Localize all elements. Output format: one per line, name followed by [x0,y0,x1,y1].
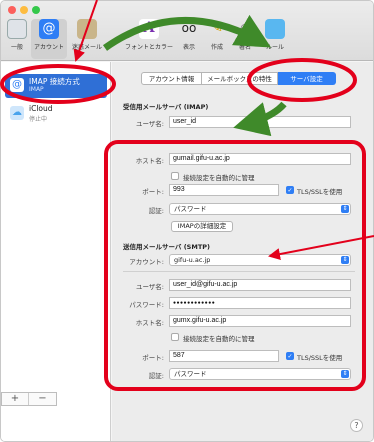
at-icon: @ [10,78,24,92]
outgoing-password-label: パスワード: [129,301,164,309]
account-item-icloud[interactable]: ☁ iCloud 停止中 [5,102,107,126]
rules-icon [265,19,285,39]
chevron-updown-icon: ⇕ [341,256,349,264]
font-icon: A [139,19,159,39]
glasses-icon: oo [181,21,197,35]
toolbar: 一般 @ アカウント 迷惑メール A フォントとカラー oo 表示 ✎ 作成 ✍… [1,1,373,61]
accounts-sidebar: @ IMAP 接続方式 IMAP ☁ iCloud 停止中 + − [1,62,111,441]
incoming-tls-label: TLS/SSLを使用 [297,188,343,196]
incoming-host-label: ホスト名: [135,157,164,165]
outgoing-username-field[interactable]: user_id@gifu-u.ac.jp [169,279,351,291]
account-type: IMAP [29,86,44,93]
account-item-imap[interactable]: @ IMAP 接続方式 IMAP [5,74,107,98]
account-list-buttons: + − [1,392,57,406]
outgoing-server-title: 送信用メールサーバ (SMTP) [123,243,210,251]
outgoing-tls-checkbox[interactable]: ✓ [286,352,294,360]
account-status: 停止中 [29,116,48,123]
incoming-auto-manage-label: 接続設定を自動的に管理 [183,174,255,182]
toolbar-label: アカウント [33,44,64,51]
zoom-window-button[interactable] [32,6,40,14]
toolbar-tab-accounts[interactable]: @ アカウント [31,19,67,59]
chevron-updown-icon: ⇕ [341,370,349,378]
outgoing-auto-manage-label: 接続設定を自動的に管理 [183,335,255,343]
incoming-auto-manage-checkbox[interactable] [171,172,179,180]
incoming-port-field[interactable]: 993 [169,184,279,196]
remove-account-button[interactable]: − [29,393,56,405]
switch-icon [7,19,27,39]
incoming-auth-label: 認証: [148,207,164,215]
outgoing-account-label: アカウント: [129,258,164,266]
tab-account-info[interactable]: アカウント情報 [141,72,202,85]
toolbar-tab-junk[interactable]: 迷惑メール [69,19,105,59]
outgoing-tls-label: TLS/SSLを使用 [297,354,343,362]
toolbar-tab-general[interactable]: 一般 [1,19,35,59]
mail-preferences-window: 一般 @ アカウント 迷惑メール A フォントとカラー oo 表示 ✎ 作成 ✍… [0,0,374,442]
incoming-host-field[interactable]: gumail.gifu-u.ac.jp [169,153,351,165]
help-button[interactable]: ? [350,419,363,432]
outgoing-account-select[interactable]: gifu-u.ac.jp ⇕ [169,254,351,266]
chevron-updown-icon: ⇕ [341,205,349,213]
toolbar-label: ルール [265,44,284,51]
outgoing-password-field[interactable]: ●●●●●●●●●●●● [169,297,351,309]
outgoing-account-value: gifu-u.ac.jp [174,256,211,264]
toolbar-label: フォントとカラー [124,44,173,51]
incoming-tls-checkbox[interactable]: ✓ [286,186,294,194]
imap-advanced-button[interactable]: IMAPの詳細設定 [171,221,233,232]
outgoing-auth-select[interactable]: パスワード ⇕ [169,368,351,380]
toolbar-label: 一般 [10,44,23,51]
incoming-username-label: ユーザ名: [135,120,164,128]
incoming-auth-select[interactable]: パスワード ⇕ [169,203,351,215]
trash-icon [77,19,97,39]
minimize-window-button[interactable] [20,6,28,14]
account-name: iCloud [29,104,53,113]
close-window-button[interactable] [8,6,16,14]
tab-mailbox-behaviors[interactable]: メールボックスの特性 [202,72,278,85]
outgoing-auth-value: パスワード [174,370,207,378]
outgoing-host-field[interactable]: gumx.gifu-u.ac.jp [169,315,351,327]
outgoing-auth-label: 認証: [148,372,164,380]
incoming-auth-value: パスワード [174,205,207,213]
cloud-icon: ☁ [10,106,24,120]
toolbar-tab-rules[interactable]: ルール [257,19,293,59]
incoming-username-field[interactable]: user_id [169,116,351,128]
outgoing-auto-manage-checkbox[interactable] [171,333,179,341]
divider [123,271,355,272]
toolbar-label: 迷惑メール [71,44,102,51]
add-account-button[interactable]: + [2,393,29,405]
pencil-icon: ✎ [211,20,223,36]
outgoing-host-label: ホスト名: [135,319,164,327]
outgoing-port-label: ポート: [142,354,164,362]
signature-icon: ✍ [239,21,251,36]
incoming-server-title: 受信用メールサーバ (IMAP) [123,103,209,111]
outgoing-port-field[interactable]: 587 [169,350,279,362]
outgoing-username-label: ユーザ名: [135,283,164,291]
server-settings-panel: アカウント情報 メールボックスの特性 サーバ設定 受信用メールサーバ (IMAP… [112,62,373,441]
tab-server-settings[interactable]: サーバ設定 [278,72,336,85]
incoming-port-label: ポート: [142,188,164,196]
at-icon: @ [39,19,59,39]
toolbar-tab-fonts[interactable]: A フォントとカラー [121,19,177,59]
